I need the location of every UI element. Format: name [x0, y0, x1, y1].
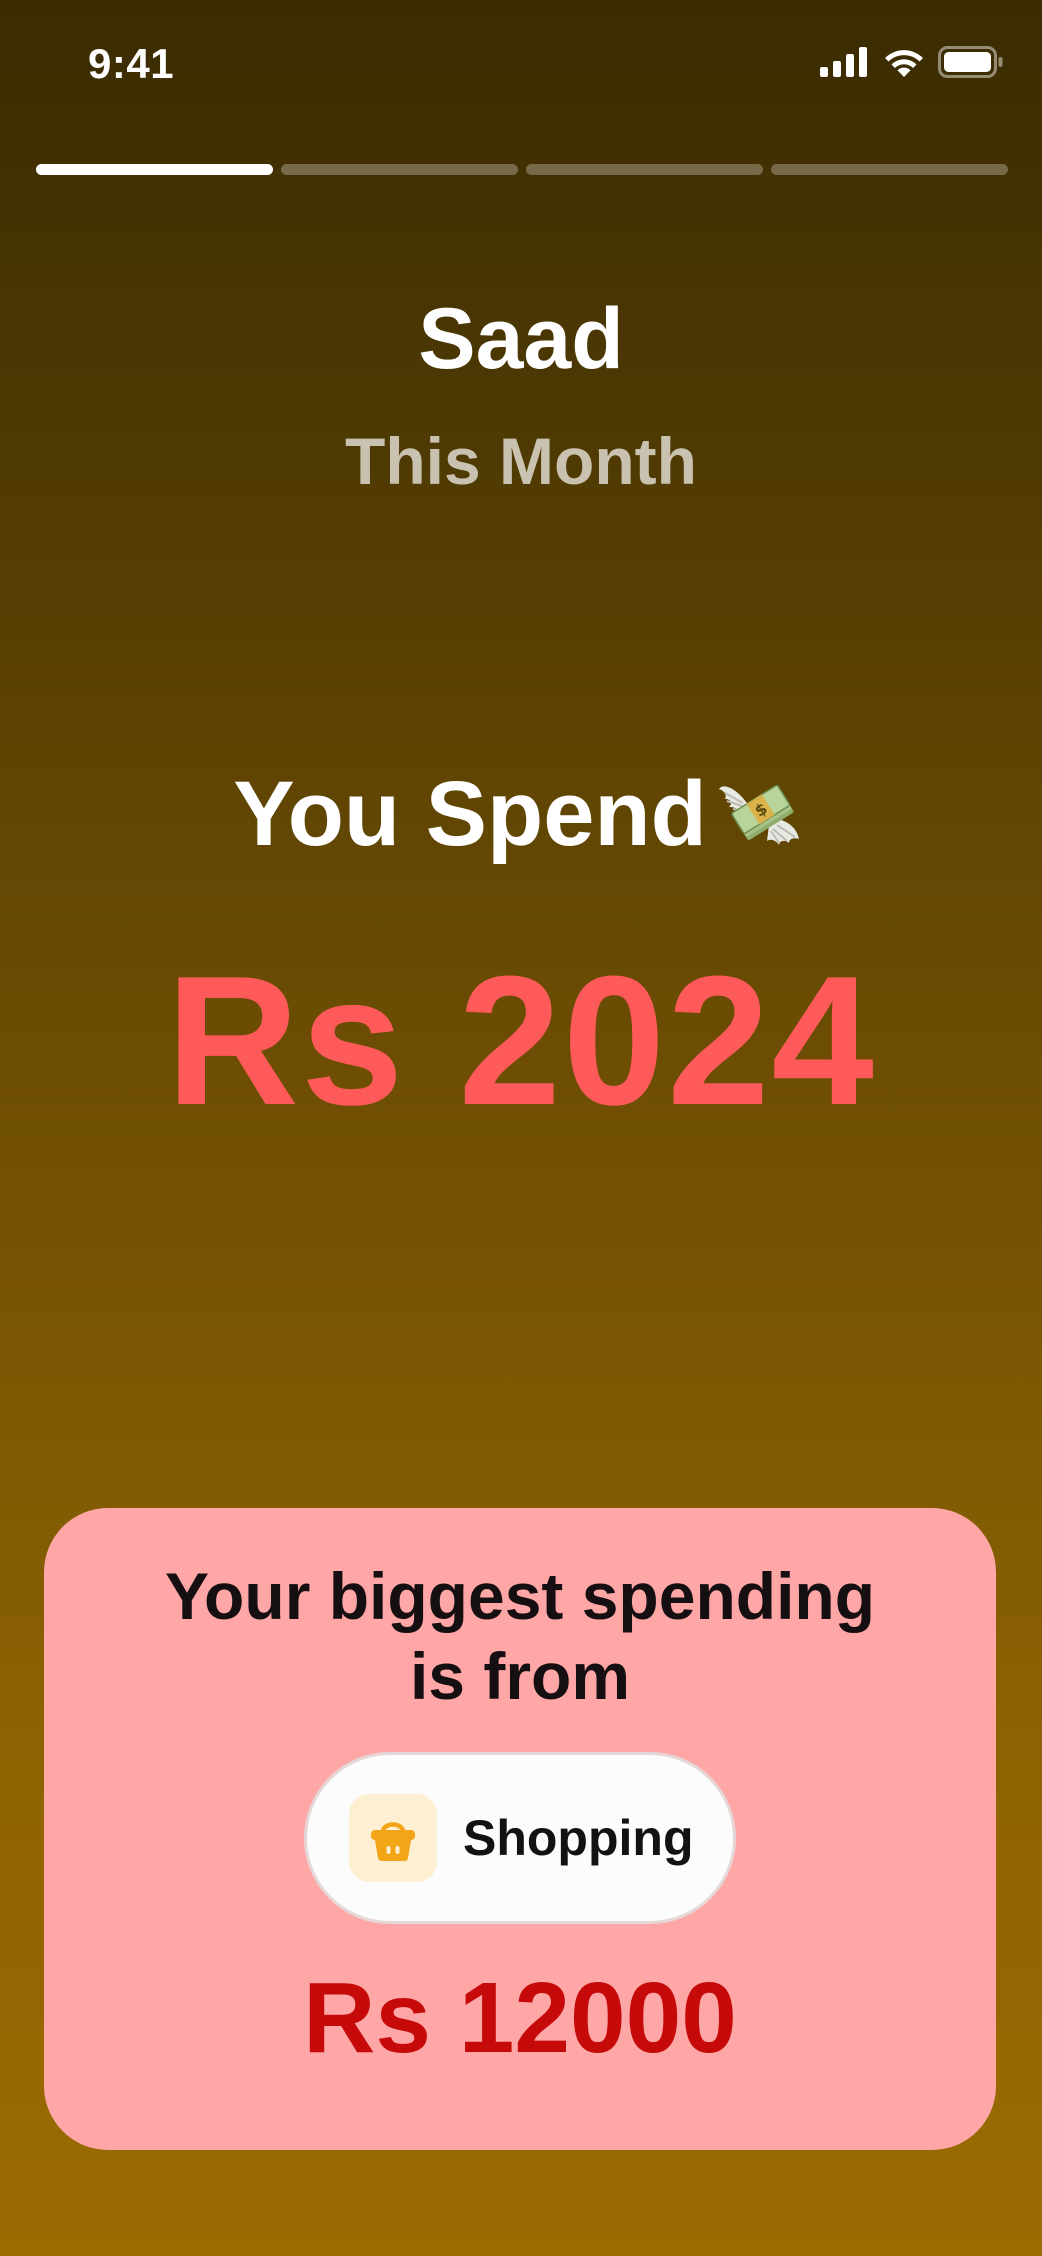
progress-segment-2[interactable] [281, 164, 518, 175]
spend-heading: You Spend $ [0, 768, 1042, 866]
money-with-wings-icon: $ [717, 769, 809, 866]
progress-segment-4[interactable] [771, 164, 1008, 175]
category-spend-amount: Rs 12000 [303, 1962, 737, 2074]
biggest-spending-title: Your biggest spending is from [44, 1556, 996, 1716]
progress-segment-1[interactable] [36, 164, 273, 175]
biggest-spending-card: Your biggest spending is from Shopping R… [44, 1508, 996, 2150]
category-chip-shopping[interactable]: Shopping [304, 1752, 736, 1924]
category-icon-box [349, 1794, 437, 1882]
story-progress [36, 164, 1008, 176]
battery-icon [938, 46, 1003, 78]
wifi-icon [885, 50, 923, 77]
category-label: Shopping [463, 1810, 694, 1866]
biggest-spending-title-line2: is from [409, 1639, 631, 1713]
spend-heading-text: You Spend [233, 763, 707, 865]
biggest-spending-title-line1: Your biggest spending [164, 1559, 876, 1633]
cellular-signal-icon [820, 47, 867, 77]
user-name: Saad [418, 291, 624, 387]
status-time: 9:41 [88, 40, 175, 87]
period-label: This Month [345, 424, 697, 498]
shopping-basket-icon [371, 1822, 415, 1861]
story-screen: 9:41 Saad This Month You Spend $ Rs 2024… [0, 0, 1042, 2256]
progress-segment-3[interactable] [526, 164, 763, 175]
status-icons [820, 44, 1004, 80]
total-spend-amount: Rs 2024 [166, 937, 876, 1143]
